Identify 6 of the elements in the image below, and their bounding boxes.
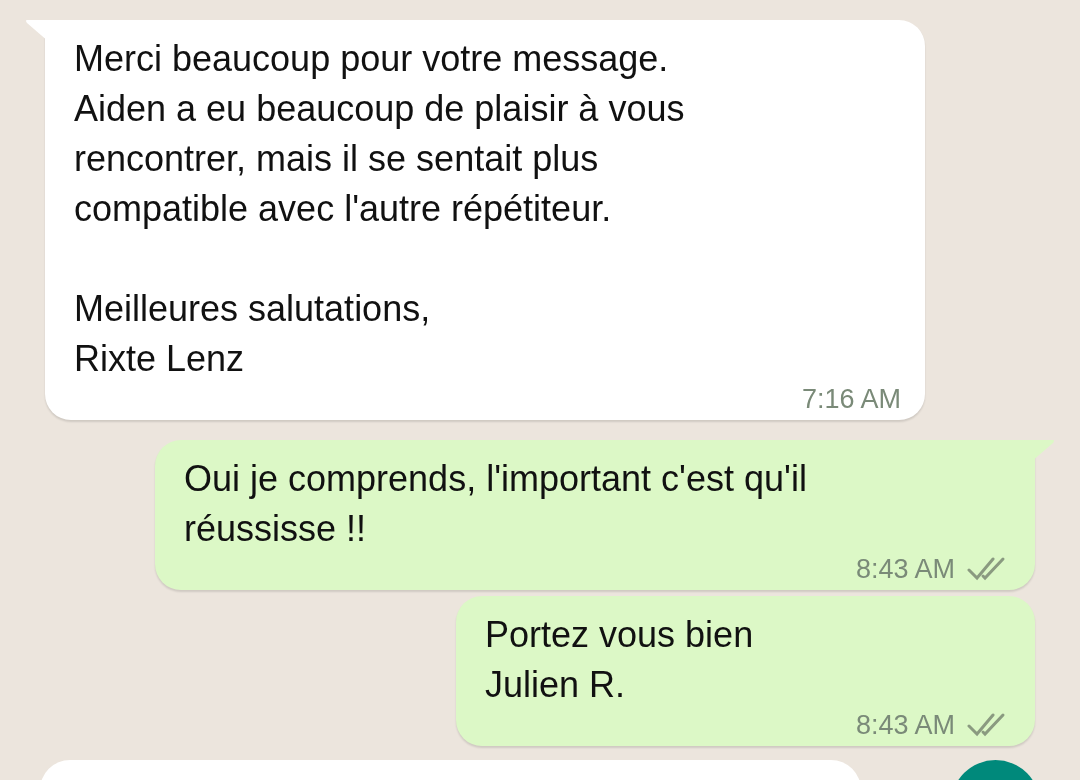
message-time: 8:43 AM: [855, 554, 955, 584]
message-text: Portez vous bien Julien R.: [485, 613, 754, 707]
message-text: Merci beaucoup pour votre message. Aiden a eu beaucoup de plaisir à vous rencontrer, mais il se sentait plus compatible avec l'autre répétiteur. Meilleures salutations, Rixte Lenz: [74, 37, 685, 381]
message-time: 8:43 AM: [855, 710, 955, 740]
message-text: Oui je comprends, l'important c'est qu'il réussisse !!: [184, 457, 807, 551]
message-time: 7:16 AM: [801, 384, 901, 414]
